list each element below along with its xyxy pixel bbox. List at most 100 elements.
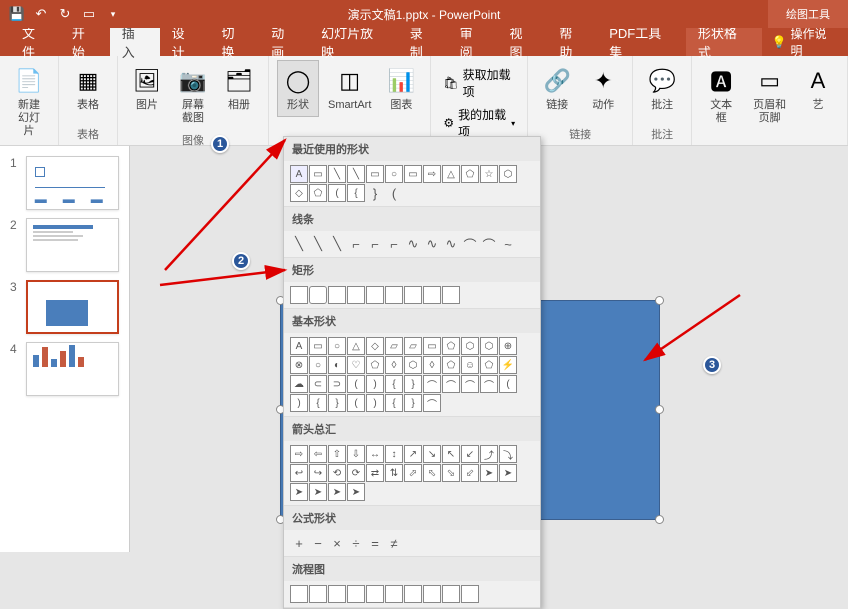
shape-option[interactable]: A xyxy=(290,337,308,355)
shape-option[interactable]: } xyxy=(366,184,384,202)
shape-option[interactable]: ╲ xyxy=(328,235,346,253)
get-addins-button[interactable]: 🛍获取加载项 xyxy=(439,64,519,102)
shape-option[interactable]: ⊗ xyxy=(290,356,308,374)
shape-option[interactable]: △ xyxy=(347,337,365,355)
textbox-button[interactable]: 🅰文本框 xyxy=(700,60,742,130)
shape-option[interactable]: ↩ xyxy=(290,464,308,482)
shape-option[interactable]: ⌐ xyxy=(366,235,384,253)
tab-file[interactable]: 文件 xyxy=(10,28,60,56)
shape-option[interactable] xyxy=(290,585,308,603)
shape-option[interactable]: ○ xyxy=(309,356,327,374)
tab-design[interactable]: 设计 xyxy=(160,28,210,56)
shape-option[interactable] xyxy=(347,585,365,603)
shape-option[interactable]: ⚡ xyxy=(499,356,517,374)
header-footer-button[interactable]: ▭页眉和页脚 xyxy=(746,60,793,130)
shape-option[interactable]: ╲ xyxy=(328,165,346,183)
redo-icon[interactable]: ↻ xyxy=(54,3,76,25)
shape-option[interactable]: ≠ xyxy=(385,534,403,552)
new-slide-button[interactable]: 📄 新建 幻灯片 xyxy=(8,60,50,143)
shape-option[interactable]: ÷ xyxy=(347,534,365,552)
resize-handle[interactable] xyxy=(655,405,664,414)
shape-option[interactable]: ▭ xyxy=(309,337,327,355)
shape-option[interactable]: ⬠ xyxy=(366,356,384,374)
resize-handle[interactable] xyxy=(655,515,664,524)
shape-option[interactable]: ∿ xyxy=(404,235,422,253)
shape-option[interactable]: ➤ xyxy=(499,464,517,482)
shape-option[interactable] xyxy=(290,286,308,304)
shape-option[interactable]: ⟲ xyxy=(328,464,346,482)
shape-option[interactable]: A xyxy=(290,165,308,183)
shape-option[interactable]: ♡ xyxy=(347,356,365,374)
shape-option[interactable] xyxy=(385,286,403,304)
shape-option[interactable]: − xyxy=(309,534,327,552)
shape-option[interactable] xyxy=(328,286,346,304)
shape-option[interactable]: ▭ xyxy=(366,165,384,183)
shape-option[interactable] xyxy=(461,585,479,603)
shapes-button[interactable]: ◯形状 xyxy=(277,60,319,117)
slideshow-icon[interactable]: ▭ xyxy=(78,3,100,25)
shape-option[interactable]: ∿ xyxy=(423,235,441,253)
thumb-4[interactable]: 4 xyxy=(0,338,129,400)
tab-insert[interactable]: 插入 xyxy=(110,28,160,56)
shape-option[interactable]: ( xyxy=(347,375,365,393)
shape-option[interactable]: ⬃ xyxy=(461,464,479,482)
shape-option[interactable]: ⬁ xyxy=(423,464,441,482)
shape-option[interactable]: ╲ xyxy=(347,165,365,183)
tab-pdf[interactable]: PDF工具集 xyxy=(597,28,686,56)
shape-option[interactable]: } xyxy=(404,375,422,393)
tab-view[interactable]: 视图 xyxy=(497,28,547,56)
shape-option[interactable]: = xyxy=(366,534,384,552)
shape-option[interactable]: ▱ xyxy=(404,337,422,355)
tab-shape-format[interactable]: 形状格式 xyxy=(686,28,762,56)
shape-option[interactable]: ➤ xyxy=(290,483,308,501)
shape-option[interactable]: ) xyxy=(366,394,384,412)
shape-option[interactable]: ➤ xyxy=(480,464,498,482)
tab-animation[interactable]: 动画 xyxy=(259,28,309,56)
thumb-2[interactable]: 2 xyxy=(0,214,129,276)
shape-option[interactable] xyxy=(366,286,384,304)
shape-option[interactable] xyxy=(404,286,422,304)
shape-option[interactable] xyxy=(423,286,441,304)
shape-option[interactable]: ⊂ xyxy=(309,375,327,393)
tab-transition[interactable]: 切换 xyxy=(209,28,259,56)
pictures-button[interactable]: 🖼图片 xyxy=(126,60,168,117)
shape-option[interactable]: ⇧ xyxy=(328,445,346,463)
shape-option[interactable]: ↗ xyxy=(404,445,422,463)
shape-option[interactable]: ➤ xyxy=(309,483,327,501)
shape-option[interactable] xyxy=(423,585,441,603)
undo-icon[interactable]: ↶ xyxy=(30,3,52,25)
shape-option[interactable]: ⤵ xyxy=(499,445,517,463)
shape-option[interactable]: ⇩ xyxy=(347,445,365,463)
shape-option[interactable]: ⌒ xyxy=(442,375,460,393)
shape-option[interactable]: ⇄ xyxy=(366,464,384,482)
shape-option[interactable] xyxy=(347,286,365,304)
shape-option[interactable]: ↕ xyxy=(385,445,403,463)
shape-option[interactable]: ☺ xyxy=(461,356,479,374)
shape-option[interactable]: ↙ xyxy=(461,445,479,463)
shape-option[interactable]: ↪ xyxy=(309,464,327,482)
shape-option[interactable]: ⌒ xyxy=(461,235,479,253)
shape-option[interactable] xyxy=(366,585,384,603)
shape-option[interactable]: ⌐ xyxy=(347,235,365,253)
shape-option[interactable]: ⇨ xyxy=(290,445,308,463)
shape-option[interactable]: ⇨ xyxy=(423,165,441,183)
shape-option[interactable]: ▭ xyxy=(309,165,327,183)
resize-handle[interactable] xyxy=(655,296,664,305)
tell-me[interactable]: 💡操作说明 xyxy=(762,25,848,59)
comment-button[interactable]: 💬批注 xyxy=(641,60,683,117)
shape-option[interactable]: ▱ xyxy=(385,337,403,355)
shape-option[interactable]: { xyxy=(309,394,327,412)
shape-option[interactable]: ╲ xyxy=(309,235,327,253)
thumb-3[interactable]: 3 xyxy=(0,276,129,338)
shape-option[interactable]: } xyxy=(328,394,346,412)
shape-option[interactable]: ⬡ xyxy=(480,337,498,355)
table-button[interactable]: ▦ 表格 xyxy=(67,60,109,117)
shape-option[interactable]: ▭ xyxy=(423,337,441,355)
shape-option[interactable]: ⬠ xyxy=(442,337,460,355)
shape-option[interactable]: × xyxy=(328,534,346,552)
chart-button[interactable]: 📊图表 xyxy=(380,60,422,117)
shape-option[interactable]: } xyxy=(404,394,422,412)
shape-option[interactable]: ⇦ xyxy=(309,445,327,463)
tab-home[interactable]: 开始 xyxy=(60,28,110,56)
shape-option[interactable]: ⌒ xyxy=(461,375,479,393)
